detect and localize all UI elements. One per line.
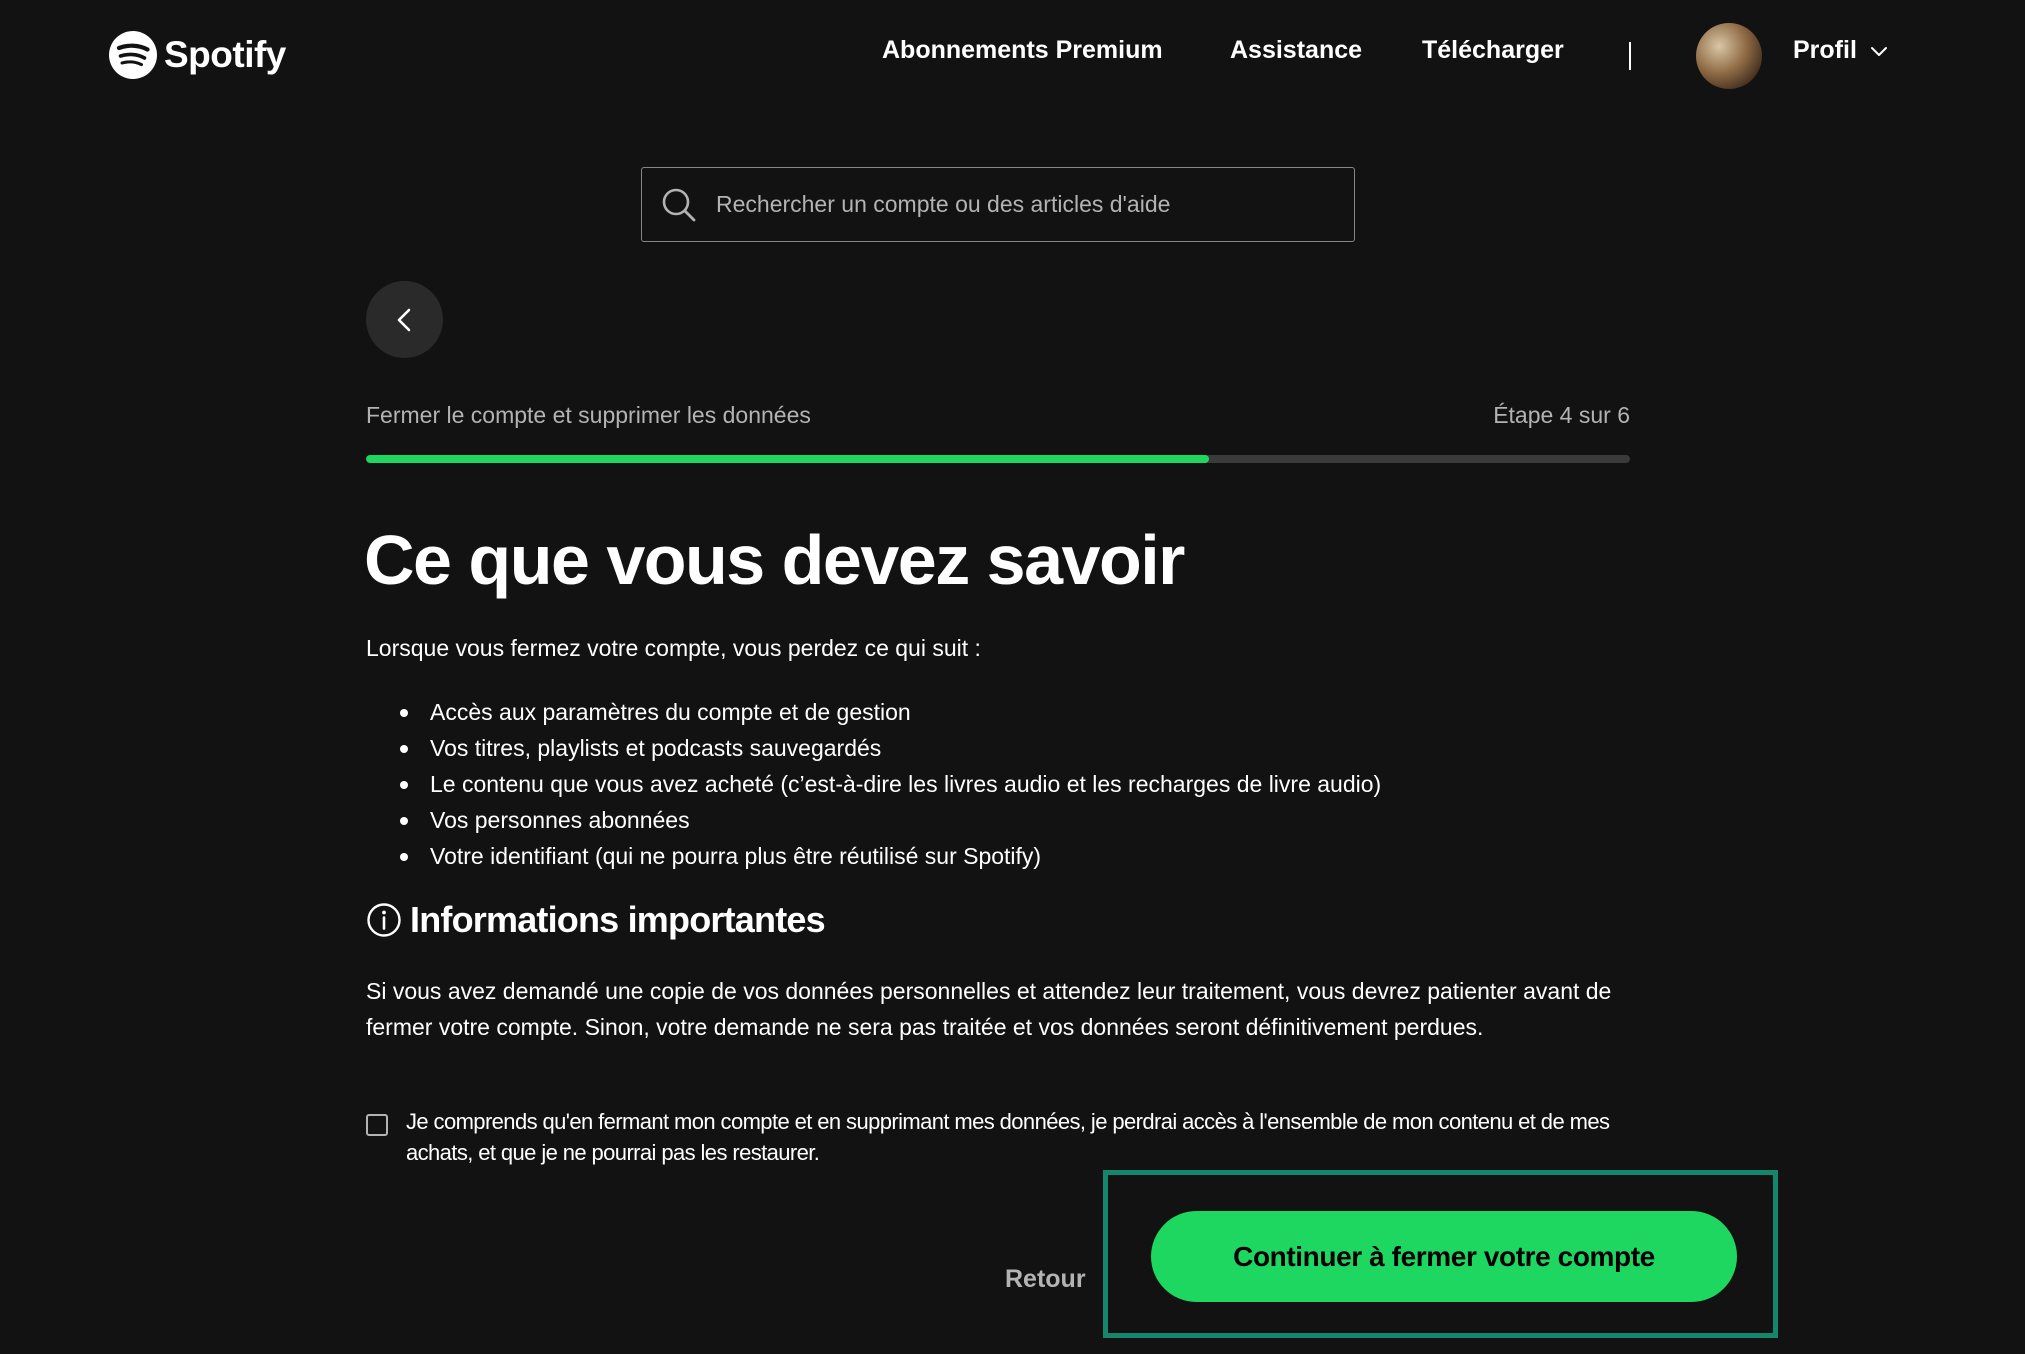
spotify-logo-icon (109, 31, 157, 79)
logo-text: Spotify (164, 34, 286, 75)
profile-label: Profil (1793, 36, 1857, 64)
progress-bar (366, 455, 1630, 463)
continue-close-account-button[interactable]: Continuer à fermer votre compte (1151, 1211, 1737, 1302)
back-button[interactable] (366, 281, 443, 358)
step-counter: Étape 4 sur 6 (1493, 402, 1630, 428)
list-item: Le contenu que vous avez acheté (c’est-à… (399, 766, 1381, 802)
loss-list: Accès aux paramètres du compte et de ges… (366, 694, 1381, 874)
list-item: Vos titres, playlists et podcasts sauveg… (399, 730, 1381, 766)
chevron-left-icon (397, 308, 410, 331)
nav-assistance[interactable]: Assistance (1230, 36, 1362, 65)
intro-text: Lorsque vous fermez votre compte, vous p… (366, 635, 981, 661)
nav-download[interactable]: Télécharger (1422, 36, 1564, 65)
avatar[interactable] (1696, 23, 1762, 89)
profile-menu[interactable]: Profil (1793, 36, 1889, 65)
nav-premium[interactable]: Abonnements Premium (882, 36, 1163, 65)
nav-divider (1629, 42, 1631, 70)
step-title: Fermer le compte et supprimer les donnée… (366, 402, 811, 428)
page-title: Ce que vous devez savoir (364, 521, 1185, 599)
progress-fill (366, 455, 1210, 463)
back-link[interactable]: Retour (1005, 1265, 1086, 1294)
info-paragraph: Si vous avez demandé une copie de vos do… (366, 978, 1612, 1040)
chevron-down-icon (1870, 46, 1887, 56)
list-item: Votre identifiant (qui ne pourra plus êt… (399, 838, 1381, 874)
consent-label: Je comprends qu'en fermant mon compte et… (406, 1109, 1610, 1165)
consent-checkbox[interactable] (366, 1114, 388, 1136)
spotify-logo[interactable]: Spotify (108, 30, 286, 80)
search-bar (641, 167, 1355, 242)
list-item: Accès aux paramètres du compte et de ges… (399, 694, 1381, 730)
list-item: Vos personnes abonnées (399, 802, 1381, 838)
info-heading-text: Informations importantes (410, 899, 826, 940)
info-icon (367, 903, 401, 937)
search-icon (662, 188, 696, 221)
page: Spotify Abonnements Premium Assistance T… (0, 0, 2025, 1354)
consent-checkbox-row[interactable]: Je comprends qu'en fermant mon compte et… (366, 1106, 1626, 1168)
search-input[interactable] (698, 167, 1354, 242)
info-section-heading: Informations importantes (366, 899, 826, 941)
